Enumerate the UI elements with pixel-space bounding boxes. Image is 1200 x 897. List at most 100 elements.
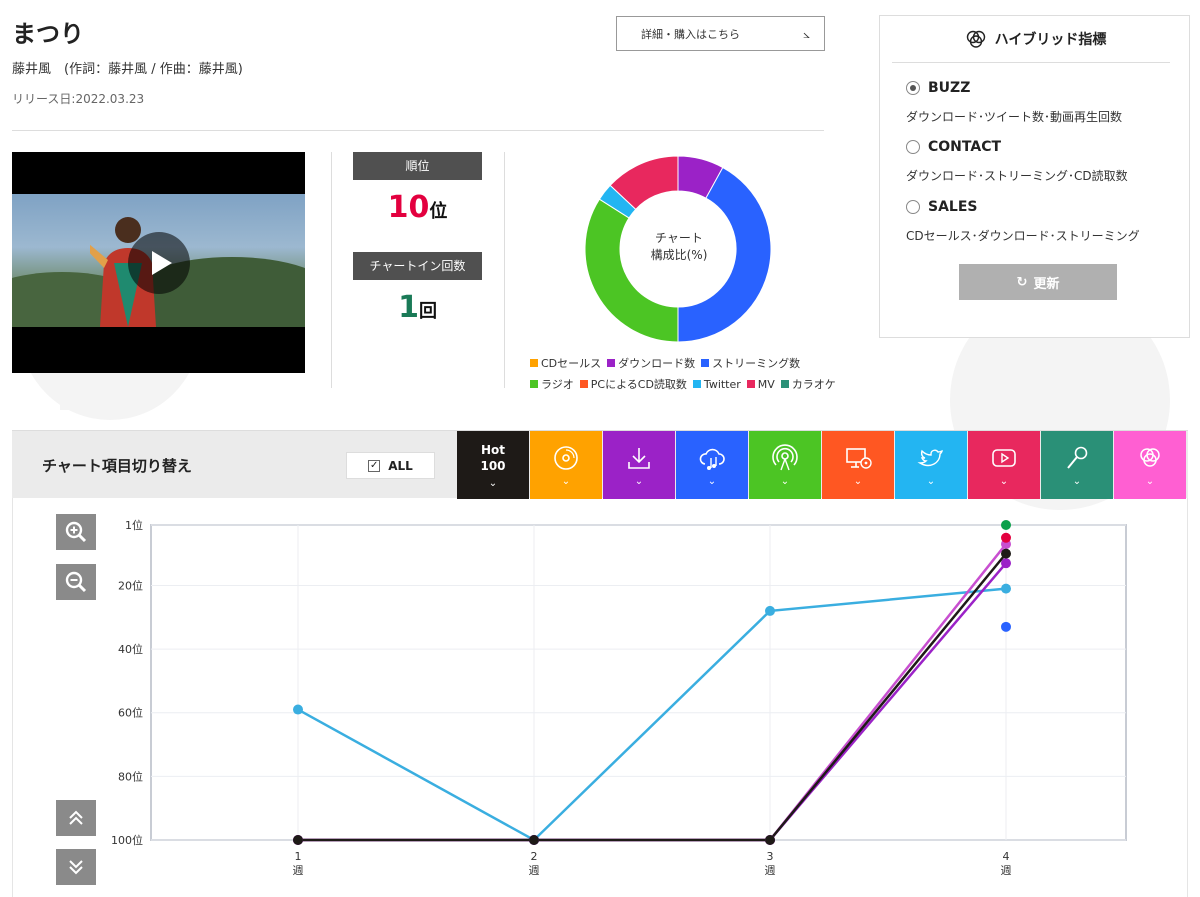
chevron-down-icon: ⌄ xyxy=(1072,475,1082,487)
data-point[interactable] xyxy=(1001,621,1011,632)
composition-legend: CDセールス ダウンロード数 ストリーミング数 ラジオ PCによるCD読取数 Twitt… xyxy=(530,355,860,397)
option-buzz[interactable]: BUZZ xyxy=(906,80,970,96)
legend-row: ラジオ PCによるCD読取数 Twitter MV カラオケ xyxy=(530,376,860,392)
karaoke-mic-icon xyxy=(1067,446,1088,469)
hot100-icon: Hot 100 xyxy=(480,442,505,474)
data-point[interactable] xyxy=(1001,532,1011,543)
legend-label: カラオケ xyxy=(791,378,836,391)
hybrid-index-panel: ハイブリッド指標 BUZZ ダウンロード･ツイート数･動画再生回数 CONTAC… xyxy=(879,15,1190,338)
tab-karaoke-mic[interactable]: ⌄ xyxy=(1041,431,1113,499)
x-tick-sublabel: 週 xyxy=(765,864,776,877)
pc-cd-icon xyxy=(846,447,872,469)
legend-item: Twitter xyxy=(692,376,741,392)
tab-download[interactable]: ⌄ xyxy=(603,431,675,499)
option-label: SALES xyxy=(928,199,978,215)
refresh-icon: ↻ xyxy=(1016,274,1028,290)
chart-toggle-toolbar: チャート項目切り替え ✓ ALL Hot 100 ⌄ ⌄ ⌄ ⌄ ⌄ ⌄ ⌄ ⌄ ⌄ ⌄ xyxy=(12,430,1188,499)
tab-streaming-cloud[interactable]: ⌄ xyxy=(676,431,748,499)
all-toggle-button[interactable]: ✓ ALL xyxy=(346,452,435,479)
divider xyxy=(504,152,505,388)
legend-swatch xyxy=(607,359,616,367)
legend-item: カラオケ xyxy=(780,376,836,392)
tab-youtube[interactable]: ⌄ xyxy=(968,431,1040,499)
data-point[interactable] xyxy=(765,835,775,845)
x-tick-label: 3 xyxy=(767,850,774,863)
chartin-value: 1回 xyxy=(353,290,482,325)
data-point[interactable] xyxy=(1001,558,1011,569)
x-tick-sublabel: 週 xyxy=(293,864,304,877)
donut-center-line1: チャート xyxy=(655,231,703,245)
chevron-down-icon: ⌄ xyxy=(853,475,863,487)
legend-swatch xyxy=(530,359,538,367)
radio-button[interactable] xyxy=(906,200,920,214)
legend-label: MV xyxy=(757,377,775,391)
data-point[interactable] xyxy=(1001,520,1011,530)
download-icon xyxy=(628,447,650,469)
chevron-down-icon: ⌄ xyxy=(488,477,498,489)
data-point[interactable] xyxy=(293,835,303,845)
legend-label: Twitter xyxy=(703,377,741,391)
x-tick-label: 2 xyxy=(531,850,538,863)
option-description: ダウンロード･ストリーミング･CD読取数 xyxy=(906,169,1128,183)
chevron-down-icon: ⌄ xyxy=(780,475,790,487)
legend-label: ラジオ xyxy=(541,378,574,391)
arrow-icon: ⦣ xyxy=(803,27,810,41)
legend-row: CDセールス ダウンロード数 ストリーミング数 xyxy=(530,355,860,371)
play-button[interactable] xyxy=(128,232,190,294)
legend-swatch xyxy=(692,380,701,388)
series-line xyxy=(297,587,1007,842)
chevron-down-icon: ⌄ xyxy=(561,475,571,487)
update-label: 更新 xyxy=(1033,276,1060,292)
option-label: CONTACT xyxy=(928,139,1002,155)
radio-button[interactable] xyxy=(906,81,920,95)
divider xyxy=(12,130,824,131)
detail-purchase-button[interactable]: 詳細・購入はこちら ⦣ xyxy=(616,16,825,51)
chartin-number: 1 xyxy=(398,290,419,325)
data-point[interactable] xyxy=(529,835,539,845)
x-tick-sublabel: 週 xyxy=(1001,864,1012,877)
y-tick-label: 60位 xyxy=(118,706,143,720)
donut-slice xyxy=(584,198,679,343)
legend-label: ダウンロード数 xyxy=(618,357,696,370)
chart-area: 1位 20位 40位 60位 80位 100位 1 週 2 週 3 週 4 週 xyxy=(12,498,1188,897)
plot-frame xyxy=(150,524,1127,841)
rank-number: 10 xyxy=(387,190,430,225)
data-point[interactable] xyxy=(293,704,303,715)
toolbar-title: チャート項目切り替え xyxy=(42,457,192,475)
data-point[interactable] xyxy=(1001,548,1011,559)
video-player[interactable] xyxy=(12,152,305,373)
divider xyxy=(892,62,1170,63)
radio-button[interactable] xyxy=(906,140,920,154)
hot-line2: 100 xyxy=(480,458,506,473)
tab-hybrid[interactable]: ⌄ xyxy=(1114,431,1186,499)
data-point[interactable] xyxy=(1001,583,1011,594)
hybrid-title: ハイブリッド指標 xyxy=(880,28,1191,50)
option-contact[interactable]: CONTACT xyxy=(906,139,1001,155)
y-tick-label: 1位 xyxy=(125,518,143,532)
detail-purchase-label: 詳細・購入はこちら xyxy=(641,27,740,41)
legend-item: PCによるCD読取数 xyxy=(579,376,687,392)
tab-pc-cd[interactable]: ⌄ xyxy=(822,431,894,499)
legend-item: ダウンロード数 xyxy=(607,355,695,371)
option-description: CDセールス･ダウンロード･ストリーミング xyxy=(906,229,1140,243)
song-credit: 藤井風 (作詞：藤井風 / 作曲：藤井風) xyxy=(12,62,243,77)
rank-label: 順位 xyxy=(353,152,482,180)
option-description: ダウンロード･ツイート数･動画再生回数 xyxy=(906,110,1123,124)
legend-swatch xyxy=(579,380,588,388)
youtube-icon xyxy=(992,448,1016,467)
update-button[interactable]: ↻ 更新 xyxy=(959,264,1117,300)
y-tick-label: 100位 xyxy=(111,833,143,847)
data-point[interactable] xyxy=(765,605,775,616)
play-icon xyxy=(152,251,172,275)
x-tick-label: 4 xyxy=(1003,850,1010,863)
tab-radio[interactable]: ⌄ xyxy=(749,431,821,499)
tab-hot100[interactable]: Hot 100 ⌄ xyxy=(457,431,529,499)
hot-line1: Hot xyxy=(480,442,506,457)
tab-twitter[interactable]: ⌄ xyxy=(895,431,967,499)
tab-cd[interactable]: ⌄ xyxy=(530,431,602,499)
rank-line-chart: 1位20位40位60位80位100位1週2週3週4週 xyxy=(111,518,1127,877)
option-sales[interactable]: SALES xyxy=(906,199,978,215)
hybrid-icon xyxy=(966,30,985,48)
legend-swatch xyxy=(746,380,755,388)
twitter-icon xyxy=(917,449,943,466)
